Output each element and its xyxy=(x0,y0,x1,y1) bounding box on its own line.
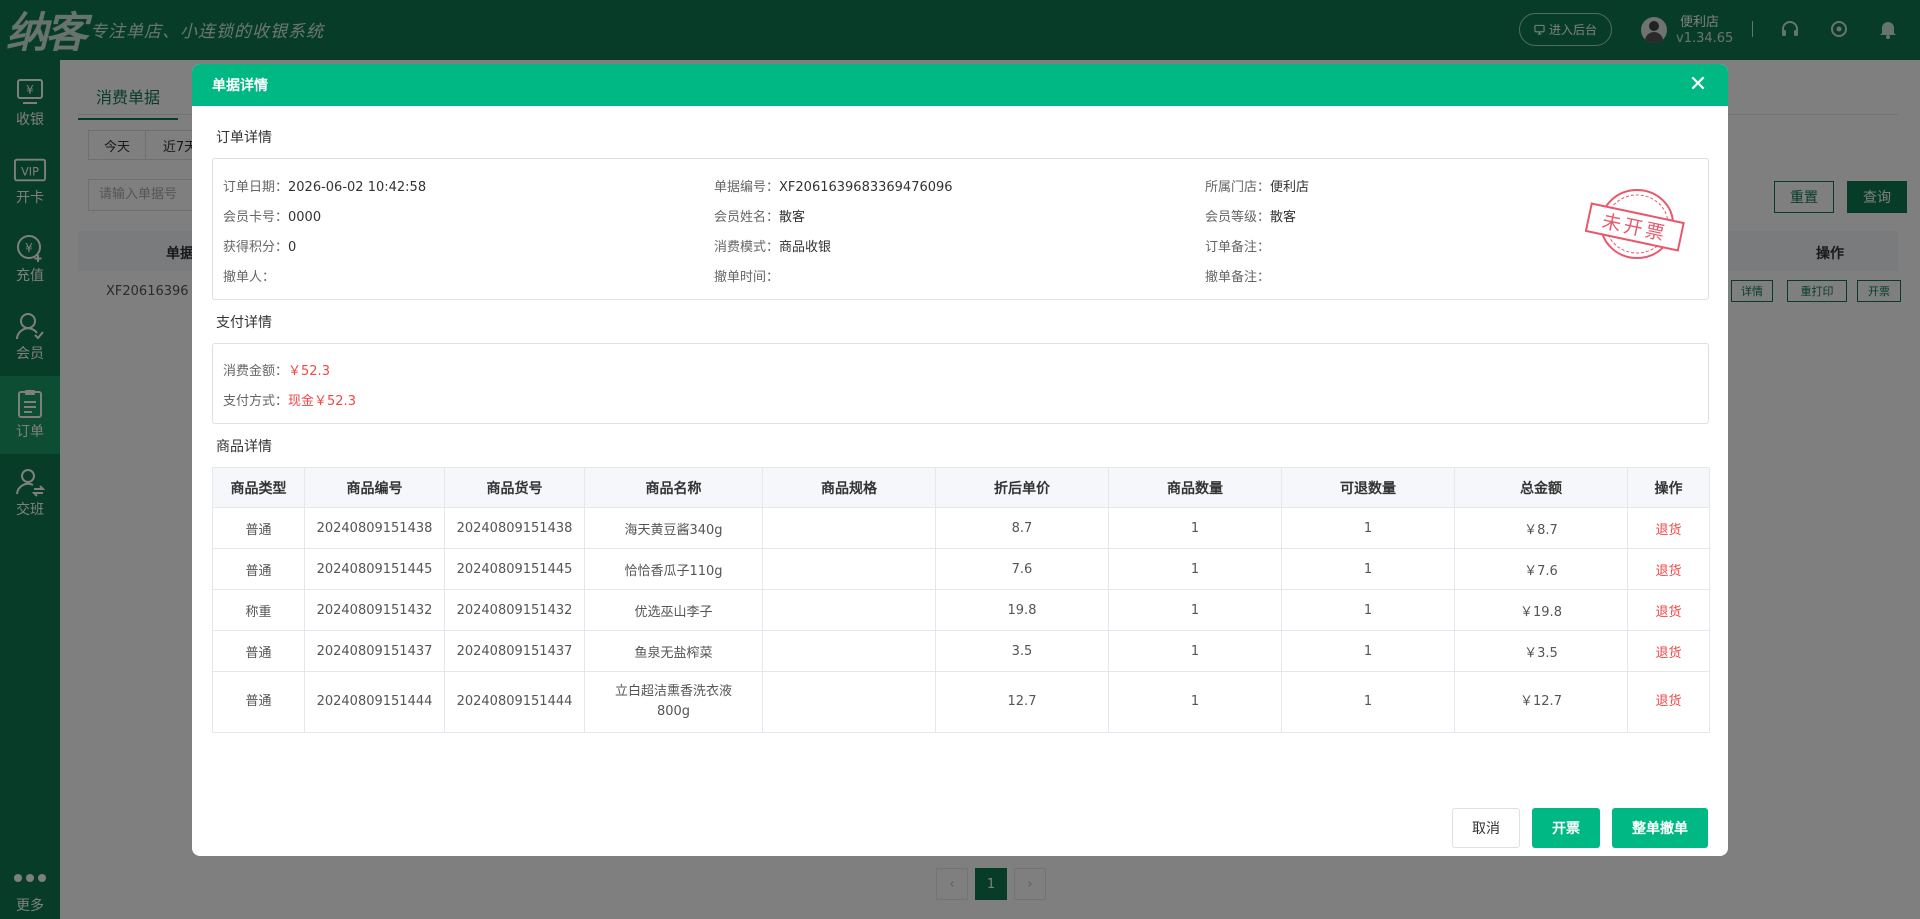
goods-table-header: 商品类型 商品编号 商品货号 商品名称 商品规格 折后单价 商品数量 可退数量 … xyxy=(212,467,1710,508)
return-goods-link[interactable]: 退货 xyxy=(1627,630,1710,672)
payment-method-field: 支付方式：现金￥52.3 xyxy=(223,394,356,409)
order-section-title: 订单详情 xyxy=(216,130,272,146)
goods-name-cell: 立白超洁熏香洗衣液800g xyxy=(584,671,763,733)
close-icon[interactable]: ✕ xyxy=(1688,74,1708,96)
goods-spec-cell xyxy=(762,630,936,672)
column-header: 商品类型 xyxy=(212,467,305,508)
goods-code-cell: 20240809151444 xyxy=(304,671,445,733)
goods-price-cell: 8.7 xyxy=(935,507,1109,549)
goods-row: 普通 20240809151445 20240809151445 恰恰香瓜子110g 7… xyxy=(212,548,1710,590)
order-detail-dialog: 单据详情 ✕ 订单详情 订单日期：2026-06-02 10:42:58 会员卡… xyxy=(192,64,1728,856)
order-no-field: 单据编号：XF2061639683369476096 xyxy=(714,180,953,195)
goods-refundable-cell: 1 xyxy=(1281,671,1455,733)
goods-code-cell: 20240809151432 xyxy=(304,589,445,631)
return-goods-link[interactable]: 退货 xyxy=(1627,589,1710,631)
member-name-field: 会员姓名：散客 xyxy=(714,210,806,225)
goods-table: 商品类型 商品编号 商品货号 商品名称 商品规格 折后单价 商品数量 可退数量 … xyxy=(212,467,1710,733)
goods-qty-cell: 1 xyxy=(1108,548,1282,590)
goods-refundable-cell: 1 xyxy=(1281,548,1455,590)
goods-type-cell: 普通 xyxy=(212,548,305,590)
goods-type-cell: 普通 xyxy=(212,507,305,549)
goods-total-cell: ￥7.6 xyxy=(1454,548,1628,590)
payment-section-title: 支付详情 xyxy=(216,315,272,331)
goods-type-cell: 普通 xyxy=(212,630,305,672)
goods-total-cell: ￥3.5 xyxy=(1454,630,1628,672)
goods-qty-cell: 1 xyxy=(1108,507,1282,549)
cancel-button[interactable]: 取消 xyxy=(1452,808,1520,848)
goods-refundable-cell: 1 xyxy=(1281,507,1455,549)
goods-row: 称重 20240809151432 20240809151432 优选巫山李子 19.8… xyxy=(212,589,1710,631)
goods-section-title: 商品详情 xyxy=(216,439,272,455)
goods-sku-cell: 20240809151445 xyxy=(444,548,585,590)
column-header: 商品名称 xyxy=(584,467,763,508)
goods-code-cell: 20240809151445 xyxy=(304,548,445,590)
return-goods-link[interactable]: 退货 xyxy=(1627,671,1710,733)
goods-spec-cell xyxy=(762,548,936,590)
goods-type-cell: 称重 xyxy=(212,589,305,631)
goods-name-cell: 海天黄豆酱340g xyxy=(584,507,763,549)
goods-qty-cell: 1 xyxy=(1108,630,1282,672)
goods-refundable-cell: 1 xyxy=(1281,630,1455,672)
goods-price-cell: 12.7 xyxy=(935,671,1109,733)
invoice-button[interactable]: 开票 xyxy=(1532,808,1600,848)
return-goods-link[interactable]: 退货 xyxy=(1627,507,1710,549)
amount-field: 消费金额：￥52.3 xyxy=(223,364,330,379)
order-date-field: 订单日期：2026-06-02 10:42:58 xyxy=(223,180,427,195)
not-invoiced-stamp: 未开票 xyxy=(1585,189,1685,259)
goods-qty-cell: 1 xyxy=(1108,589,1282,631)
goods-total-cell: ￥8.7 xyxy=(1454,507,1628,549)
return-goods-link[interactable]: 退货 xyxy=(1627,548,1710,590)
revoker-field: 撤单人： xyxy=(223,270,276,285)
goods-total-cell: ￥12.7 xyxy=(1454,671,1628,733)
member-level-field: 会员等级：散客 xyxy=(1205,210,1297,225)
revoke-time-field: 撤单时间： xyxy=(714,270,780,285)
column-header: 可退数量 xyxy=(1281,467,1455,508)
revoke-order-button[interactable]: 整单撤单 xyxy=(1612,808,1708,848)
goods-sku-cell: 20240809151437 xyxy=(444,630,585,672)
column-header: 商品数量 xyxy=(1108,467,1282,508)
goods-price-cell: 19.8 xyxy=(935,589,1109,631)
column-header: 折后单价 xyxy=(935,467,1109,508)
order-info-panel: 订单日期：2026-06-02 10:42:58 会员卡号：0000 获得积分：… xyxy=(212,158,1709,300)
column-header: 商品货号 xyxy=(444,467,585,508)
order-remark-field: 订单备注： xyxy=(1205,240,1271,255)
goods-spec-cell xyxy=(762,671,936,733)
column-header: 商品规格 xyxy=(762,467,936,508)
goods-name-cell: 恰恰香瓜子110g xyxy=(584,548,763,590)
goods-spec-cell xyxy=(762,589,936,631)
goods-qty-cell: 1 xyxy=(1108,671,1282,733)
column-header: 商品编号 xyxy=(304,467,445,508)
goods-sku-cell: 20240809151432 xyxy=(444,589,585,631)
payment-info-panel: 消费金额：￥52.3 支付方式：现金￥52.3 xyxy=(212,343,1709,424)
card-no-field: 会员卡号：0000 xyxy=(223,210,322,225)
store-field: 所属门店：便利店 xyxy=(1205,180,1310,195)
goods-refundable-cell: 1 xyxy=(1281,589,1455,631)
goods-spec-cell xyxy=(762,507,936,549)
goods-row: 普通 20240809151444 20240809151444 立白超洁熏香洗衣液8… xyxy=(212,671,1710,733)
consumption-mode-field: 消费模式：商品收银 xyxy=(714,240,832,255)
goods-row: 普通 20240809151437 20240809151437 鱼泉无盐榨菜 3.5 1… xyxy=(212,630,1710,672)
goods-total-cell: ￥19.8 xyxy=(1454,589,1628,631)
column-header: 操作 xyxy=(1627,467,1710,508)
goods-row: 普通 20240809151438 20240809151438 海天黄豆酱340g 8… xyxy=(212,507,1710,549)
dialog-title: 单据详情 xyxy=(212,78,268,94)
goods-name-cell: 鱼泉无盐榨菜 xyxy=(584,630,763,672)
goods-price-cell: 3.5 xyxy=(935,630,1109,672)
goods-price-cell: 7.6 xyxy=(935,548,1109,590)
goods-code-cell: 20240809151437 xyxy=(304,630,445,672)
goods-name-cell: 优选巫山李子 xyxy=(584,589,763,631)
goods-type-cell: 普通 xyxy=(212,671,305,733)
goods-code-cell: 20240809151438 xyxy=(304,507,445,549)
goods-sku-cell: 20240809151444 xyxy=(444,671,585,733)
goods-sku-cell: 20240809151438 xyxy=(444,507,585,549)
dialog-header: 单据详情 ✕ xyxy=(192,64,1728,106)
revoke-remark-field: 撤单备注： xyxy=(1205,270,1271,285)
column-header: 总金额 xyxy=(1454,467,1628,508)
points-field: 获得积分：0 xyxy=(223,240,297,255)
